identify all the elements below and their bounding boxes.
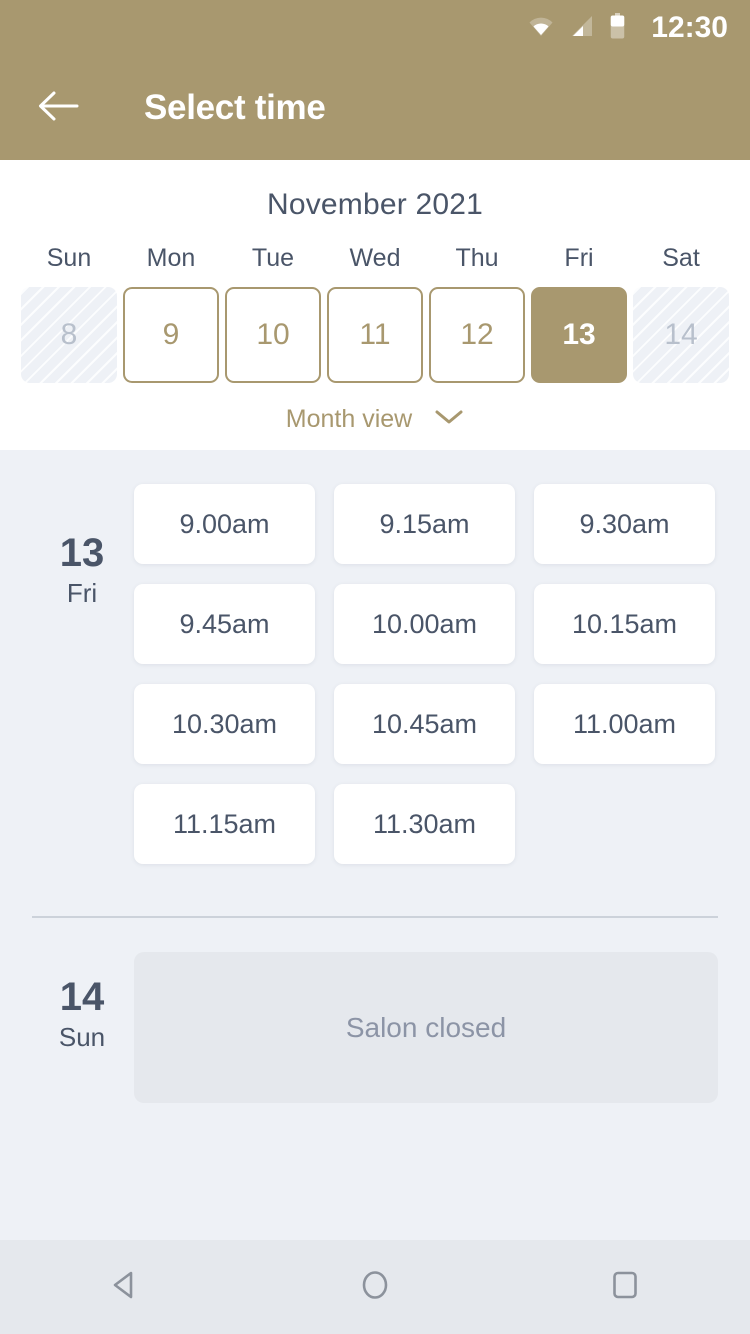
calendar-month-title: November 2021 [266,188,484,221]
time-slot[interactable]: 11.15am [134,784,315,864]
nav-recents-icon [605,1265,645,1310]
time-slot[interactable]: 9.00am [134,484,315,564]
app-screen: 12:30 Select time November 2021 Sun Mon … [0,0,750,1334]
weekday-label-mon: Mon [146,244,196,272]
cell-signal-icon [570,15,594,42]
nav-home-button[interactable] [330,1252,420,1322]
back-button[interactable] [34,84,82,132]
day-cell-wrap: 8 [18,287,120,383]
calendar-week-row: 8 9 10 11 12 13 14 [0,287,750,383]
calendar-day-10[interactable]: 10 [225,287,321,383]
weekday-label-sat: Sat [662,244,700,272]
chevron-down-icon [434,408,464,431]
day-cell-wrap: 13 [528,287,630,383]
nav-back-icon [105,1265,145,1310]
nav-back-button[interactable] [80,1252,170,1322]
app-bar: Select time [0,56,750,160]
calendar-day-8: 8 [21,287,117,383]
schedule-day-label-13: 13 Fri [32,484,132,864]
time-slot[interactable]: 9.15am [334,484,515,564]
day-cell-wrap: 10 [222,287,324,383]
time-slot[interactable]: 9.30am [534,484,715,564]
weekday-label-wed: Wed [349,244,401,272]
android-nav-bar [0,1240,750,1334]
schedule-day-number: 13 [59,531,105,575]
time-slot[interactable]: 9.45am [134,584,315,664]
calendar-day-9[interactable]: 9 [123,287,219,383]
schedule-day-number: 14 [59,975,105,1019]
day-cell-wrap: 14 [630,287,732,383]
calendar-day-12[interactable]: 12 [429,287,525,383]
day-cell-wrap: 9 [120,287,222,383]
schedule-day-weekday: Sun [58,1022,106,1052]
salon-closed-card: Salon closed [134,952,718,1103]
month-view-label: Month view [285,405,413,433]
time-slot[interactable]: 11.00am [534,684,715,764]
time-slot[interactable]: 10.15am [534,584,715,664]
back-arrow-icon [37,89,79,128]
status-bar-clock: 12:30 [651,11,728,44]
time-slot-grid: 9.00am 9.15am 9.30am 9.45am 10.00am 10.1… [134,484,718,864]
page-title: Select time [144,88,326,127]
calendar-day-14: 14 [633,287,729,383]
time-slot[interactable]: 10.45am [334,684,515,764]
time-slot[interactable]: 10.30am [134,684,315,764]
calendar-day-13-selected[interactable]: 13 [531,287,627,383]
day-cell-wrap: 11 [324,287,426,383]
calendar-panel: November 2021 Sun Mon Tue Wed Thu Fri Sa… [0,160,750,450]
weekday-label-fri: Fri [564,244,594,272]
weekday-label-tue: Tue [251,244,295,272]
time-slot[interactable]: 11.30am [334,784,515,864]
schedule-day-group-13: 13 Fri 9.00am 9.15am 9.30am 9.45am 10.00… [0,450,750,864]
status-bar: 12:30 [0,0,750,56]
day-cell-wrap: 12 [426,287,528,383]
wifi-icon [528,15,554,42]
schedule-day-weekday: Fri [66,578,98,608]
schedule-day-group-14: 14 Sun Salon closed [0,918,750,1103]
weekday-label-thu: Thu [455,244,499,272]
calendar-day-11[interactable]: 11 [327,287,423,383]
status-icon-group: 12:30 [528,11,728,44]
schedule-day-label-14: 14 Sun [32,952,132,1103]
weekday-label-sun: Sun [46,244,92,272]
month-view-toggle[interactable]: Month view [0,405,750,434]
schedule-list: 13 Fri 9.00am 9.15am 9.30am 9.45am 10.00… [0,450,750,1240]
nav-home-icon [355,1265,395,1310]
weekday-header-row: Sun Mon Tue Wed Thu Fri Sat [0,244,750,273]
battery-icon [610,12,625,44]
nav-recents-button[interactable] [580,1252,670,1322]
time-slot[interactable]: 10.00am [334,584,515,664]
